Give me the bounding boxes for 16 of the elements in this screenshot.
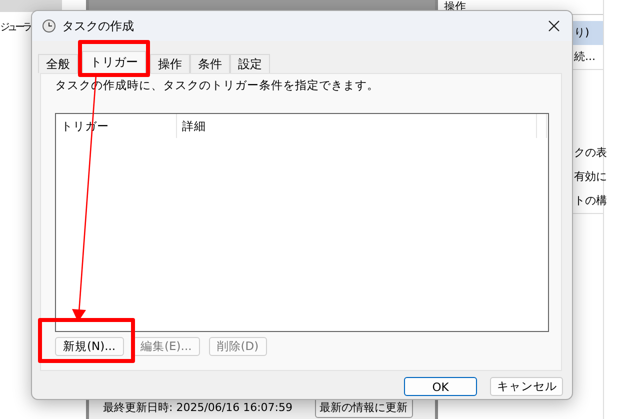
close-button[interactable] bbox=[546, 18, 562, 34]
ok-button[interactable]: OK bbox=[404, 377, 477, 396]
tab[interactable]: トリガー bbox=[82, 51, 146, 73]
clock-icon bbox=[42, 19, 56, 33]
tab[interactable]: 設定 bbox=[230, 54, 270, 73]
window-title: タスクの作成 bbox=[62, 18, 135, 34]
tree-item[interactable]: ジューラ bbox=[0, 12, 30, 34]
tab[interactable]: 条件 bbox=[190, 54, 230, 73]
tree-header-bar bbox=[0, 0, 62, 12]
highlight-frame bbox=[78, 40, 150, 77]
tab[interactable]: 操作 bbox=[150, 54, 190, 73]
tab[interactable]: 全般 bbox=[38, 54, 78, 73]
column-header[interactable]: 詳細 bbox=[177, 114, 537, 138]
cancel-button[interactable]: キャンセル bbox=[490, 377, 563, 396]
action-button[interactable]: 新規(N)... bbox=[55, 337, 124, 356]
last-updated-text: 最終更新日時: 2025/06/16 16:07:59 bbox=[103, 400, 293, 414]
